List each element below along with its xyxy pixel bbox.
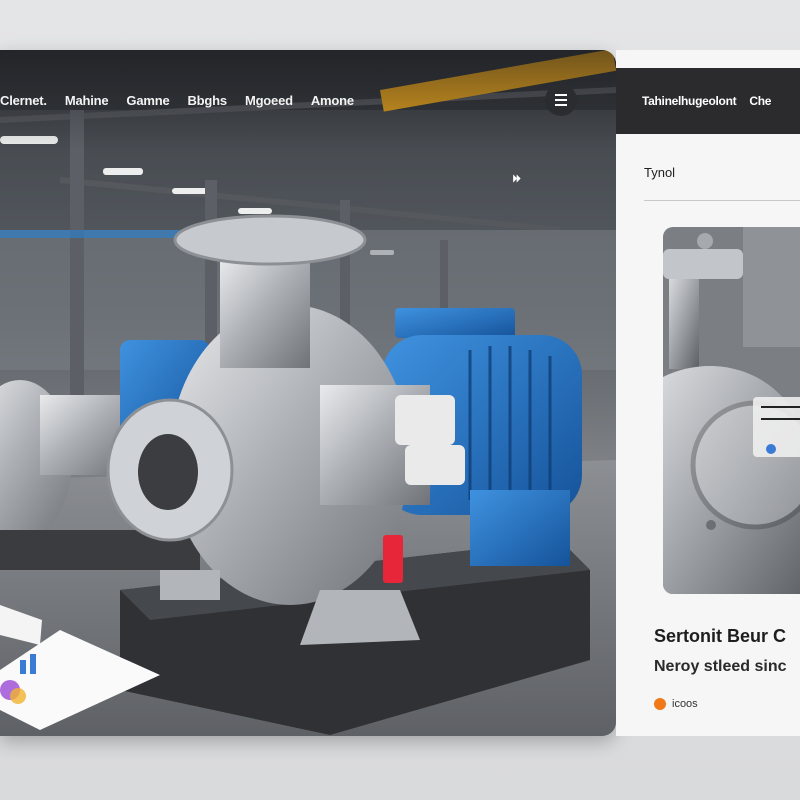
side-panel: Tahinelhugeolont Che Tynol Sertonit Beur…	[616, 50, 800, 736]
nav-item-mgoeed[interactable]: Mgoeed	[245, 93, 293, 108]
panel-header-title: Tahinelhugeolont Che	[642, 94, 771, 108]
play-icon[interactable]: ⏵⏵	[512, 173, 521, 186]
hero-image: Clernet. Mahine Gamne Bbghs Mgoeed Amone…	[0, 50, 616, 736]
nav-item-amone[interactable]: Amone	[311, 93, 354, 108]
pump-scene-illustration	[0, 50, 616, 736]
nav-item-mahine[interactable]: Mahine	[65, 93, 109, 108]
panel-header-overflow: Che	[749, 94, 772, 108]
product-subtitle: Neroy stleed sinc	[654, 658, 787, 675]
panel-header: Tahinelhugeolont Che	[616, 68, 800, 134]
hamburger-menu-icon	[555, 93, 567, 108]
nav-item-gamne[interactable]: Gamne	[126, 93, 169, 108]
panel-label: Tynol	[644, 165, 676, 180]
menu-button[interactable]	[545, 84, 577, 116]
status-tag[interactable]: icoos	[654, 698, 698, 710]
nav-item-clernet[interactable]: Clernet.	[0, 93, 47, 108]
pump-closeup-image[interactable]	[663, 227, 800, 594]
top-navigation: Clernet. Mahine Gamne Bbghs Mgoeed Amone	[0, 50, 616, 150]
status-tag-text: icoos	[672, 698, 698, 710]
nav-item-bbghs[interactable]: Bbghs	[187, 93, 227, 108]
divider	[644, 200, 800, 201]
pump-closeup-illustration	[663, 227, 800, 594]
product-title: Sertonit Beur C	[654, 626, 787, 646]
panel-header-text: Tahinelhugeolont	[642, 94, 737, 108]
status-dot-icon	[654, 698, 666, 710]
